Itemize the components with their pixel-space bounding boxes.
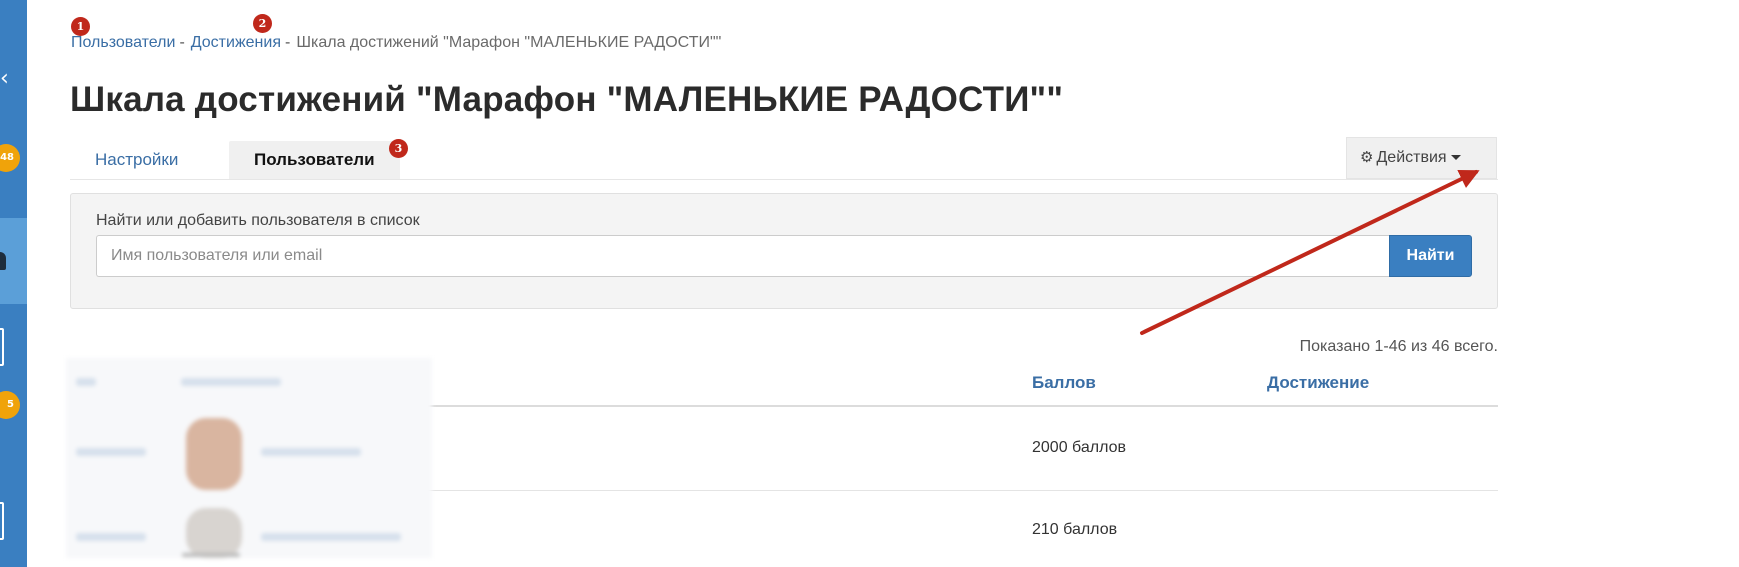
results-count: Показано 1-46 из 46 всего. [1299, 338, 1498, 355]
search-panel: Найти или добавить пользователя в список… [70, 193, 1498, 309]
caret-down-icon [1450, 155, 1461, 161]
page-title: Шкала достижений "Марафон "МАЛЕНЬКИЕ РАД… [70, 80, 1064, 119]
breadcrumb-separator: - [284, 34, 291, 51]
breadcrumb-separator: - [179, 34, 185, 51]
actions-dropdown-button[interactable]: ⚙ Действия [1346, 137, 1497, 179]
tabs-divider [70, 179, 1498, 180]
user-icon [0, 252, 6, 270]
tab-users[interactable]: Пользователи [229, 141, 400, 179]
document-icon[interactable] [0, 328, 4, 366]
avatar [186, 418, 242, 490]
search-label: Найти или добавить пользователя в список [96, 212, 420, 229]
breadcrumb-current: Шкала достижений "Марафон "МАЛЕНЬКИЕ РАД… [296, 34, 722, 51]
annotation-marker-2: 2 [253, 14, 272, 33]
notification-badge[interactable]: 5 [0, 391, 20, 419]
user-search-input[interactable] [96, 235, 1389, 277]
notification-badge[interactable]: 48 [0, 144, 20, 172]
column-header-points[interactable]: Баллов [1032, 373, 1096, 393]
chevron-icon[interactable]: ‹ [0, 68, 14, 90]
column-header-achievement[interactable]: Достижение [1267, 373, 1369, 393]
blurred-user-info [66, 358, 432, 558]
points-cell: 210 баллов [1032, 521, 1118, 538]
avatar [186, 508, 242, 558]
points-cell: 2000 баллов [1032, 439, 1126, 456]
breadcrumb-users-link[interactable]: Пользователи [71, 34, 175, 51]
gears-icon: ⚙ [1360, 149, 1374, 166]
actions-label: Действия [1376, 149, 1447, 166]
annotation-marker-3: 3 [389, 139, 408, 158]
find-button[interactable]: Найти [1389, 235, 1472, 277]
breadcrumb: Пользователи - Достижения - Шкала достижений… [71, 34, 721, 52]
document-icon[interactable] [0, 502, 4, 540]
left-sidebar: ‹ 48 5 [0, 0, 27, 567]
breadcrumb-achievements-link[interactable]: Достижения [191, 34, 281, 51]
tab-settings[interactable]: Настройки [70, 141, 203, 179]
annotation-marker-1: 1 [71, 17, 90, 36]
